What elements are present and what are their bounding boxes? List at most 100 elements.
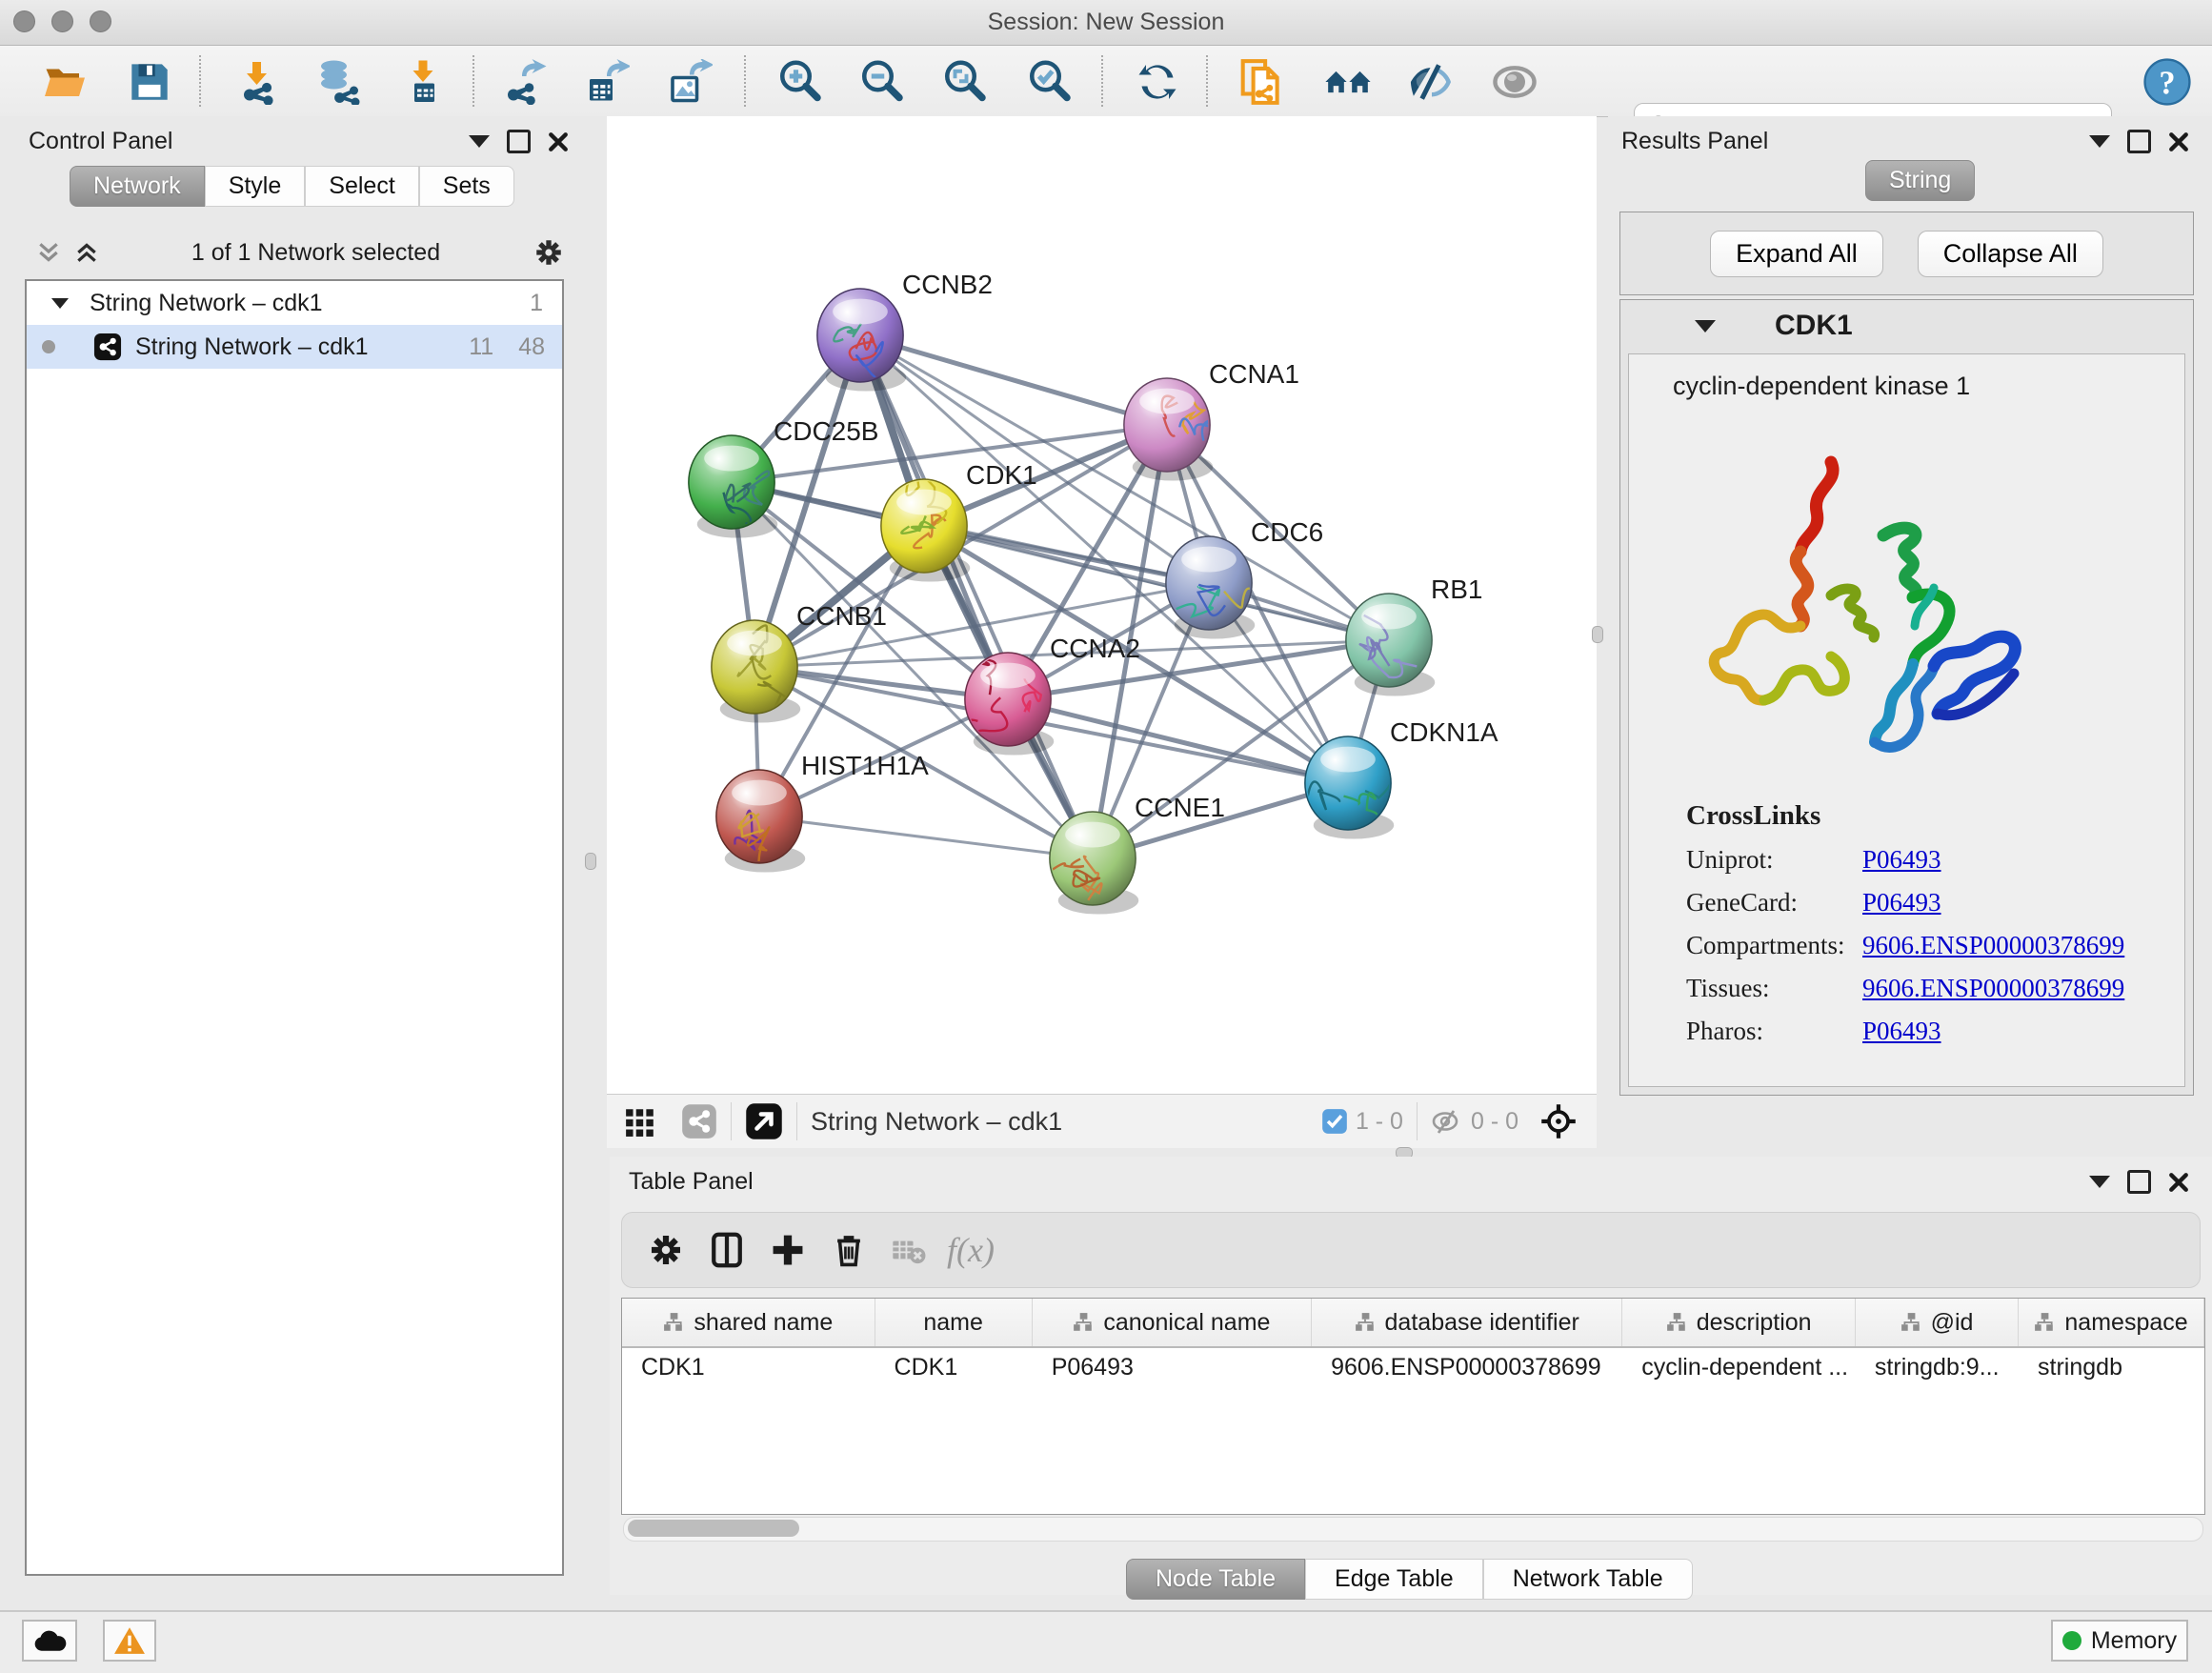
tab-network[interactable]: Network xyxy=(70,166,205,207)
crosslink-uniprot-link[interactable]: P06493 xyxy=(1862,845,1941,875)
delete-column-button[interactable] xyxy=(818,1219,879,1280)
protein-expand-icon[interactable] xyxy=(1695,320,1716,333)
panel-float-icon[interactable] xyxy=(2127,130,2151,153)
tab-sets[interactable]: Sets xyxy=(419,166,514,207)
network-node-CCNB2[interactable] xyxy=(817,289,906,392)
collapse-all-button[interactable]: Collapse All xyxy=(1918,231,2103,277)
home-networks-button[interactable] xyxy=(1324,59,1372,105)
network-list-icon[interactable] xyxy=(681,1103,717,1139)
memory-button[interactable]: Memory xyxy=(2051,1620,2188,1662)
grid-view-icon[interactable] xyxy=(624,1105,656,1138)
tab-node-table[interactable]: Node Table xyxy=(1126,1559,1305,1600)
network-node-HIST1H1A[interactable] xyxy=(716,770,805,873)
hidden-eye-icon[interactable] xyxy=(1431,1107,1463,1136)
network-node-CDC25B[interactable] xyxy=(689,435,777,538)
export-network-button[interactable] xyxy=(501,59,549,105)
detach-view-icon[interactable] xyxy=(745,1102,783,1140)
column-header-namespace[interactable]: namespace xyxy=(2019,1299,2204,1346)
gear-icon[interactable] xyxy=(533,236,565,269)
tab-network-table[interactable]: Network Table xyxy=(1483,1559,1693,1600)
panel-close-icon[interactable] xyxy=(2168,1172,2189,1193)
network-node-CCNA1[interactable] xyxy=(1124,378,1220,481)
network-node-CCNB1[interactable] xyxy=(712,620,800,723)
expand-all-icon[interactable] xyxy=(74,240,99,265)
open-session-button[interactable] xyxy=(41,59,89,105)
table-panel-title: Table Panel xyxy=(629,1168,754,1196)
warnings-button[interactable] xyxy=(103,1620,156,1662)
refresh-layout-button[interactable] xyxy=(1134,59,1181,105)
column-header--id[interactable]: @id xyxy=(1856,1299,2019,1346)
delete-table-button[interactable] xyxy=(879,1219,940,1280)
tab-select[interactable]: Select xyxy=(305,166,418,207)
table-cell: stringdb:9... xyxy=(1856,1354,2019,1381)
selected-checkbox-icon[interactable] xyxy=(1321,1108,1348,1135)
share-document-icon xyxy=(1238,58,1286,106)
zoom-in-button[interactable] xyxy=(776,59,824,105)
export-table-button[interactable] xyxy=(583,59,631,105)
panel-close-icon[interactable] xyxy=(548,131,569,152)
panel-menu-icon[interactable] xyxy=(2089,135,2110,148)
help-button[interactable]: ? xyxy=(2143,59,2191,105)
import-network-button[interactable] xyxy=(234,59,282,105)
crosslink-pharos-link[interactable]: P06493 xyxy=(1862,1017,1941,1046)
column-header-name[interactable]: name xyxy=(875,1299,1033,1346)
network-row[interactable]: String Network – cdk1 11 48 xyxy=(27,325,562,369)
crosslink-tissues-link[interactable]: 9606.ENSP00000378699 xyxy=(1862,974,2124,1003)
show-all-button[interactable] xyxy=(1491,59,1538,105)
panel-float-icon[interactable] xyxy=(2127,1170,2151,1194)
network-node-CDC6[interactable] xyxy=(1166,536,1275,639)
network-node-CDK1[interactable] xyxy=(881,473,970,581)
crosslink-label: GeneCard: xyxy=(1686,888,1862,917)
network-node-CDKN1A[interactable] xyxy=(1305,736,1412,839)
column-header-description[interactable]: description xyxy=(1622,1299,1856,1346)
tab-string[interactable]: String xyxy=(1865,160,1975,201)
crosslink-genecard-link[interactable]: P06493 xyxy=(1862,888,1941,917)
zoom-fit-button[interactable] xyxy=(941,59,989,105)
protein-result-box: CDK1 cyclin-dependent kinase 1 xyxy=(1619,299,2194,1096)
protein-header[interactable]: CDK1 xyxy=(1620,300,2193,352)
create-column-button[interactable] xyxy=(757,1219,818,1280)
panel-menu-icon[interactable] xyxy=(469,135,490,148)
table-header-row: shared namenamecanonical namedatabase id… xyxy=(622,1299,2204,1348)
network-collection-row[interactable]: String Network – cdk1 1 xyxy=(27,281,562,325)
birdseye-icon[interactable] xyxy=(1539,1102,1578,1140)
panel-close-icon[interactable] xyxy=(2168,131,2189,152)
tab-style[interactable]: Style xyxy=(205,166,306,207)
save-session-button[interactable] xyxy=(126,59,173,105)
column-header-database-identifier[interactable]: database identifier xyxy=(1312,1299,1622,1346)
show-columns-button[interactable] xyxy=(696,1219,757,1280)
network-node-RB1[interactable] xyxy=(1346,594,1435,696)
main-toolbar: ? xyxy=(0,46,2212,117)
network-canvas[interactable]: CCNB2CCNA1CDC25BCDK1CDC6RB1CCNB1CCNA2CDK… xyxy=(607,116,1597,1094)
expand-all-button[interactable]: Expand All xyxy=(1710,231,1883,277)
network-graph[interactable]: CCNB2CCNA1CDC25BCDK1CDC6RB1CCNB1CCNA2CDK… xyxy=(607,116,1597,1094)
panel-float-icon[interactable] xyxy=(507,130,531,153)
collection-expand-icon[interactable] xyxy=(51,298,69,309)
import-table-button[interactable] xyxy=(399,59,447,105)
tab-edge-table[interactable]: Edge Table xyxy=(1305,1559,1483,1600)
export-network-icon xyxy=(502,59,548,105)
network-node-CCNE1[interactable] xyxy=(1039,812,1138,915)
column-type-icon xyxy=(1073,1312,1094,1333)
panel-menu-icon[interactable] xyxy=(2089,1176,2110,1188)
network-row-label: String Network – cdk1 xyxy=(135,333,369,361)
column-header-shared-name[interactable]: shared name xyxy=(622,1299,875,1346)
scrollbar-thumb[interactable] xyxy=(628,1520,799,1537)
column-header-canonical-name[interactable]: canonical name xyxy=(1033,1299,1312,1346)
share-document-button[interactable] xyxy=(1238,59,1286,105)
left-splitter-handle[interactable] xyxy=(585,853,596,870)
function-builder-button[interactable]: f(x) xyxy=(940,1219,1001,1280)
table-settings-button[interactable] xyxy=(635,1219,696,1280)
network-node-CCNA2[interactable] xyxy=(949,653,1054,756)
export-image-button[interactable] xyxy=(666,59,714,105)
collapse-all-icon[interactable] xyxy=(36,240,61,265)
zoom-out-button[interactable] xyxy=(858,59,906,105)
cloud-status-button[interactable] xyxy=(22,1620,77,1662)
hide-selection-button[interactable] xyxy=(1408,59,1456,105)
zoom-selected-button[interactable] xyxy=(1026,59,1074,105)
crosslink-compartments-link[interactable]: 9606.ENSP00000378699 xyxy=(1862,931,2124,960)
import-database-button[interactable] xyxy=(314,59,362,105)
table-row[interactable]: CDK1CDK1P064939606.ENSP00000378699cyclin… xyxy=(622,1348,2204,1386)
right-splitter-handle[interactable] xyxy=(1592,626,1603,643)
table-horizontal-scrollbar[interactable] xyxy=(623,1517,2203,1542)
